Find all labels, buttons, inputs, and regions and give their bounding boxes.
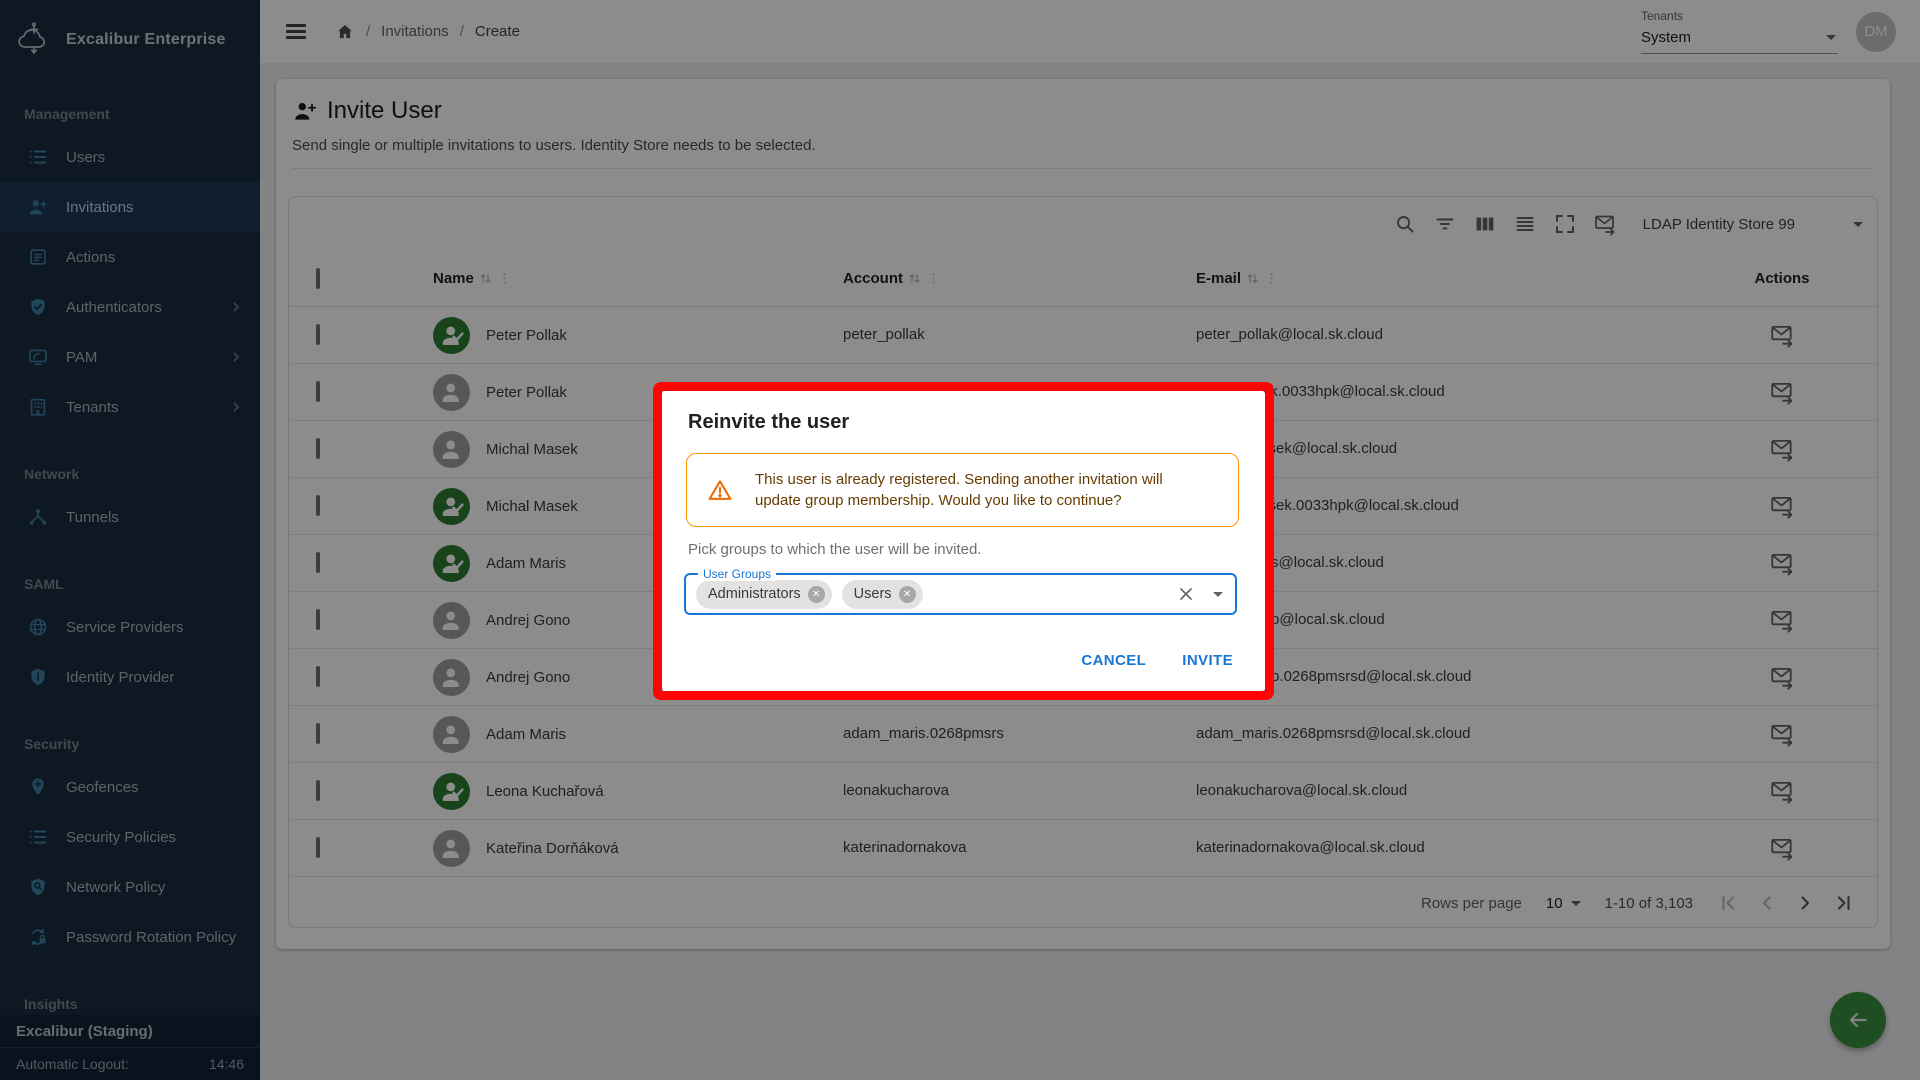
cancel-button[interactable]: CANCEL xyxy=(1071,644,1156,677)
chip-label: Users xyxy=(854,586,892,602)
dialog-instruction: Pick groups to which the user will be in… xyxy=(688,541,981,558)
annotation-highlight: Reinvite the user This user is already r… xyxy=(653,382,1274,700)
clear-field-icon[interactable] xyxy=(1175,583,1197,605)
user-groups-field[interactable]: User Groups Administrators ✕ Users ✕ xyxy=(684,573,1237,615)
chip-users: Users ✕ xyxy=(842,580,923,609)
warning-icon xyxy=(707,477,733,503)
chip-remove-icon[interactable]: ✕ xyxy=(808,586,825,603)
invite-button[interactable]: INVITE xyxy=(1172,644,1243,677)
reinvite-dialog: Reinvite the user This user is already r… xyxy=(662,391,1265,691)
user-groups-label: User Groups xyxy=(698,567,776,581)
chevron-down-icon[interactable] xyxy=(1213,592,1223,597)
app-root: Excalibur Enterprise Management Users In… xyxy=(0,0,1920,1080)
chip-administrators: Administrators ✕ xyxy=(696,580,832,609)
dialog-title: Reinvite the user xyxy=(688,411,849,434)
chip-remove-icon[interactable]: ✕ xyxy=(899,586,916,603)
warning-alert: This user is already registered. Sending… xyxy=(686,453,1239,527)
warning-text: This user is already registered. Sending… xyxy=(755,469,1212,511)
chip-label: Administrators xyxy=(708,586,801,602)
dialog-actions: CANCEL INVITE xyxy=(1071,644,1243,677)
